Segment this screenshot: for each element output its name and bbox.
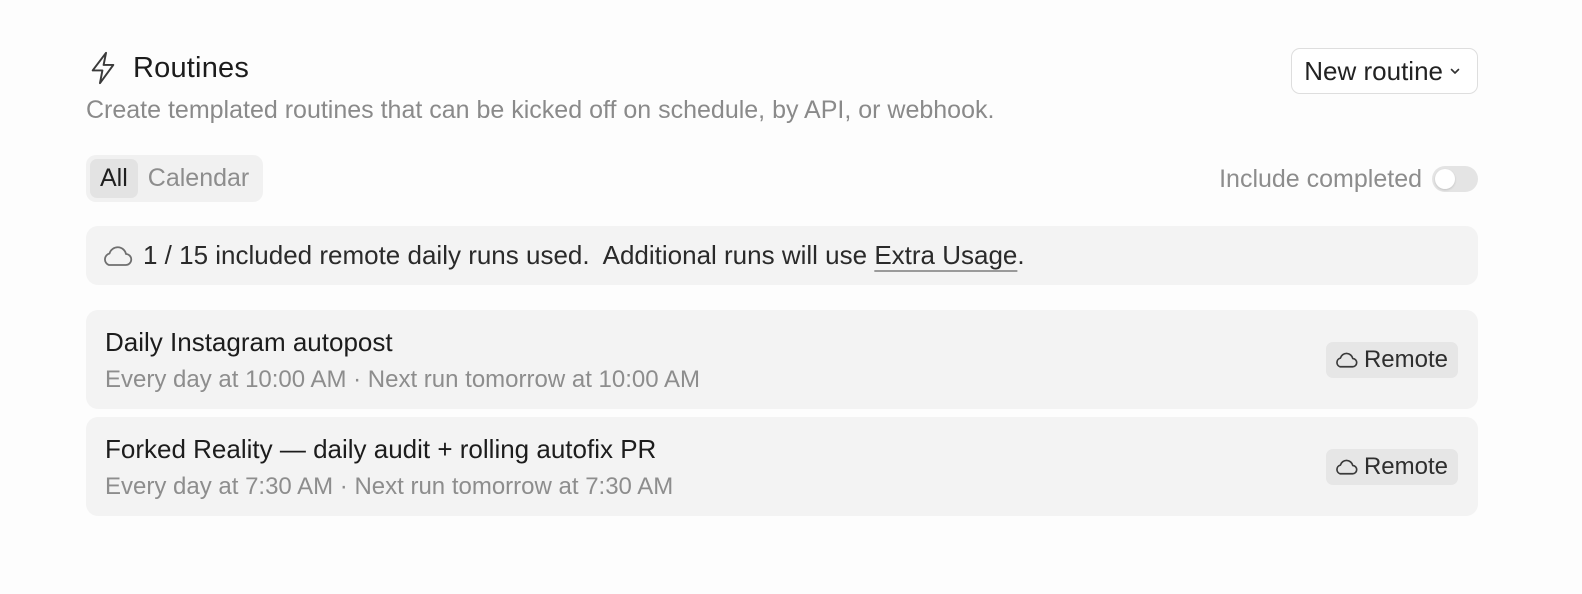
routine-name: Forked Reality — daily audit + rolling a… (105, 434, 657, 464)
routine-card-daily-instagram[interactable]: Daily Instagram autopost Every day at 10… (86, 310, 1478, 409)
view-tabs: All Calendar (86, 155, 264, 202)
include-completed-toggle[interactable] (1432, 166, 1478, 192)
usage-suffix: . (1017, 240, 1025, 270)
remote-badge: Remote (1325, 342, 1458, 378)
tab-calendar[interactable]: Calendar (138, 159, 259, 198)
extra-usage-link[interactable]: Extra Usage (874, 240, 1017, 271)
toggle-knob (1435, 169, 1455, 189)
usage-text: 1 / 15 included remote daily runs used. … (143, 240, 875, 270)
title-row: Routines (86, 46, 249, 90)
routines-page: Routines New routine Create templated ro… (0, 0, 1582, 594)
usage-banner: 1 / 15 included remote daily runs used. … (86, 226, 1478, 285)
tab-all[interactable]: All (90, 159, 138, 198)
lightning-bolt-icon (86, 49, 120, 87)
remote-badge-label: Remote (1363, 453, 1448, 480)
include-completed-label: Include completed (1219, 164, 1422, 193)
include-completed-filter: Include completed (1219, 164, 1478, 194)
remote-badge: Remote (1325, 449, 1458, 485)
routine-schedule: Every day at 7:30 AM · Next run tomorrow… (105, 473, 674, 500)
cloud-icon (1334, 458, 1358, 476)
cloud-icon (1334, 351, 1358, 369)
page-header: Routines New routine (86, 46, 1478, 96)
chevron-down-icon (1449, 66, 1461, 76)
cloud-icon (101, 242, 135, 270)
new-routine-label: New routine (1304, 55, 1443, 86)
remote-badge-label: Remote (1363, 346, 1448, 373)
page-title: Routines (133, 51, 250, 84)
routine-name: Daily Instagram autopost (105, 327, 393, 357)
routine-card-forked-reality[interactable]: Forked Reality — daily audit + rolling a… (86, 417, 1478, 516)
page-subtitle: Create templated routines that can be ki… (86, 96, 995, 124)
routine-schedule: Every day at 10:00 AM · Next run tomorro… (105, 366, 700, 393)
new-routine-button[interactable]: New routine (1291, 48, 1478, 94)
